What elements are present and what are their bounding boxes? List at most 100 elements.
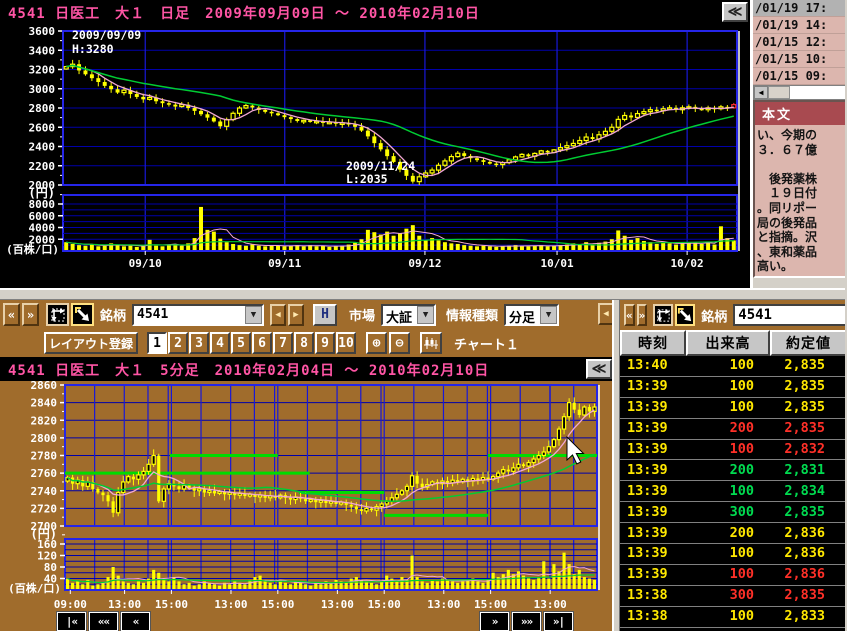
sale-volume: 100 (682, 378, 754, 394)
h-button[interactable]: H (313, 304, 337, 326)
news-body-line: 高い。 (757, 259, 847, 274)
svg-text:2800: 2800 (29, 102, 56, 115)
news-headline-row[interactable]: /01/15 10: (753, 51, 847, 68)
sales-row: 13:383002,835 (620, 586, 847, 607)
sales-table-rows: 13:401002,83513:391002,83513:391002,8351… (620, 356, 847, 628)
news-headline-row[interactable]: /01/15 09: (753, 68, 847, 85)
layout-page-10[interactable]: 10 (336, 332, 356, 354)
sale-time: 13:39 (620, 483, 682, 499)
sales-row: 13:391002,832 (620, 440, 847, 461)
trading-terminal: 4541 日医工 大１ 日足 2009年09月09日 ～ 2010年02月10日… (0, 0, 847, 631)
intraday-candlestick-chart: 2860284028202800278027602740272027001601… (0, 381, 612, 631)
sale-price: 2,835 (754, 357, 847, 373)
nav-back-button-1[interactable]: «« (89, 612, 118, 631)
news-headline-list[interactable]: /01/19 17:/01/19 14:/01/15 12:/01/15 10:… (753, 0, 847, 85)
layout-page-2[interactable]: 2 (168, 332, 188, 354)
zoom-out-icon[interactable]: ⊖ (389, 332, 410, 354)
collapse-icon[interactable]: ≪ (586, 359, 612, 379)
layout-page-4[interactable]: 4 (210, 332, 230, 354)
layout-page-9[interactable]: 9 (315, 332, 335, 354)
market-combobox[interactable]: 大証 ▼ (381, 304, 436, 326)
sale-price: 2,836 (754, 566, 847, 582)
collapse-icon[interactable]: ≪ (722, 2, 748, 22)
layout-page-3[interactable]: 3 (189, 332, 209, 354)
nav-forward-button-1[interactable]: »» (512, 612, 541, 631)
sale-time: 13:39 (620, 441, 682, 457)
news-body-line (757, 274, 847, 278)
layout-page-6[interactable]: 6 (252, 332, 272, 354)
column-header-0[interactable]: 時刻 (620, 330, 686, 356)
news-horizontal-scrollbar[interactable]: ◀ (753, 85, 847, 100)
layout-page-7[interactable]: 7 (273, 332, 293, 354)
prev-symbol-button[interactable]: ◀ (270, 304, 286, 326)
svg-text:09/11: 09/11 (268, 257, 301, 270)
svg-text:L:2035: L:2035 (346, 172, 388, 186)
layout-page-8[interactable]: 8 (294, 332, 314, 354)
panel-separator-horizontal[interactable] (0, 288, 847, 300)
news-body-line (757, 157, 847, 172)
sales-row: 13:401002,835 (620, 356, 847, 377)
svg-text:09/12: 09/12 (408, 257, 441, 270)
column-header-2[interactable]: 約定値 (770, 330, 847, 356)
panel-separator-vertical[interactable] (612, 300, 620, 631)
zoom-in-icon[interactable]: ⊕ (366, 332, 387, 354)
sale-price: 2,831 (754, 462, 847, 478)
layout-page-buttons: 12345678910 (147, 332, 356, 354)
scroll-right-button[interactable]: » (22, 303, 39, 326)
pointer-tool-icon[interactable] (675, 304, 695, 326)
market-label: 市場 (349, 305, 375, 324)
sales-row: 13:392002,836 (620, 523, 847, 544)
sales-row: 13:393002,835 (620, 502, 847, 523)
info-type-combobox[interactable]: 分足 ▼ (504, 304, 559, 326)
next-symbol-button[interactable]: ▶ (288, 304, 304, 326)
chevron-down-icon[interactable]: ▼ (540, 306, 557, 324)
chart-type-icon[interactable] (420, 332, 442, 354)
nav-forward-button-2[interactable]: »| (544, 612, 573, 631)
pointer-tool-icon[interactable] (71, 303, 94, 326)
sales-table-header: 時刻出来高約定値 (620, 330, 847, 356)
sales-row: 13:391002,835 (620, 377, 847, 398)
move-window-icon[interactable] (46, 303, 69, 326)
sale-time: 13:39 (620, 462, 682, 478)
daily-candlestick-chart: 3600340032003000280026002400220020008000… (0, 22, 750, 288)
nav-back-button-2[interactable]: « (121, 612, 150, 631)
svg-text:3000: 3000 (29, 83, 56, 96)
scroll-left-button[interactable]: « (3, 303, 20, 326)
chevron-down-icon[interactable]: ▼ (245, 306, 262, 324)
svg-text:3200: 3200 (29, 64, 56, 77)
svg-text:13:00: 13:00 (534, 598, 567, 611)
symbol-combobox[interactable]: 4541 ▼ (132, 304, 264, 326)
nav-forward-button-0[interactable]: » (480, 612, 509, 631)
symbol-input[interactable] (733, 304, 847, 326)
svg-text:2400: 2400 (29, 141, 56, 154)
symbol-value: 4541 (134, 306, 245, 324)
news-headline-row[interactable]: /01/19 17: (753, 0, 847, 17)
chevron-down-icon[interactable]: ▼ (417, 306, 434, 324)
layout-page-5[interactable]: 5 (231, 332, 251, 354)
layout-register-button[interactable]: レイアウト登録 (44, 332, 138, 354)
news-body-text: い、今期の３．６７億 後発薬株 １９日付。同リポー局の後発品と指摘。沢、東和薬品… (755, 125, 847, 278)
scroll-left-icon[interactable]: ◀ (754, 86, 768, 99)
sale-time: 13:39 (620, 378, 682, 394)
sale-price: 2,836 (754, 525, 847, 541)
sale-time: 13:40 (620, 357, 682, 373)
scroll-left-button[interactable]: « (624, 304, 635, 326)
nav-back-button-0[interactable]: |« (57, 612, 86, 631)
scroll-right-button[interactable]: » (637, 304, 648, 326)
sale-price: 2,836 (754, 545, 847, 561)
svg-text:15:00: 15:00 (261, 598, 294, 611)
svg-text:13:00: 13:00 (321, 598, 354, 611)
time-sales-panel: « » 銘柄 時刻出来高約定値 13:401002,83513:391002,8… (620, 300, 847, 631)
chart-nav-right: »»»»| (480, 612, 573, 631)
svg-text:2760: 2760 (31, 467, 58, 480)
news-headline-row[interactable]: /01/19 14: (753, 17, 847, 34)
sales-row: 13:381002,833 (620, 607, 847, 628)
sales-row: 13:391002,834 (620, 481, 847, 502)
layout-page-1[interactable]: 1 (147, 332, 167, 354)
news-headline-row[interactable]: /01/15 12: (753, 34, 847, 51)
move-window-icon[interactable] (653, 304, 673, 326)
column-header-1[interactable]: 出来高 (686, 330, 770, 356)
svg-text:2840: 2840 (31, 397, 58, 410)
intraday-chart-title: 4541 日医工 大１ 5分足 2010年02月04日 ～ 2010年02月10… (8, 360, 489, 380)
scrollbar-thumb[interactable] (768, 86, 790, 99)
